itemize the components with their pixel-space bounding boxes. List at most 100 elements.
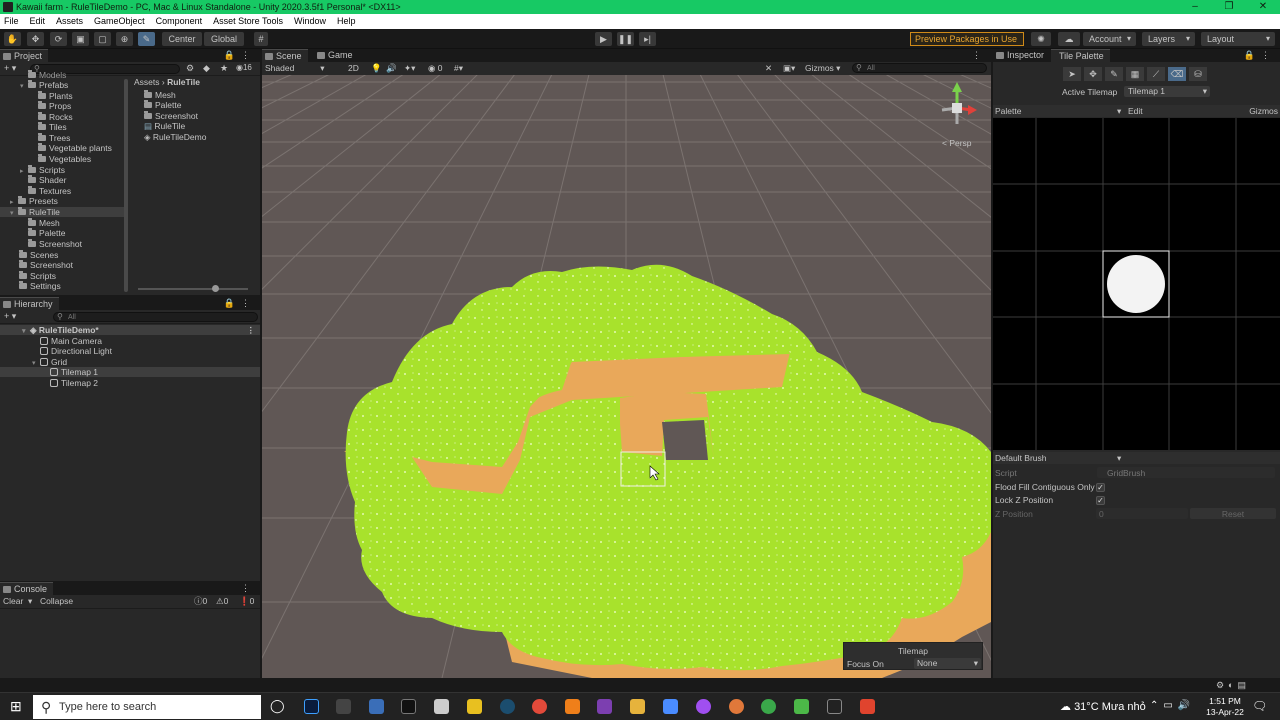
panel-menu-icon[interactable]: 🔒⋮ (224, 49, 256, 62)
menu-component[interactable]: Component (156, 14, 203, 29)
gizmos-dropdown[interactable]: Gizmos ▾ (805, 62, 840, 75)
menu-file[interactable]: File (4, 14, 19, 29)
tab-hierarchy[interactable]: Hierarchy (0, 297, 59, 310)
collab-icon[interactable]: ✺ (1031, 32, 1051, 46)
preview-packages-dropdown[interactable]: Preview Packages in Use ▾ (910, 32, 1024, 56)
sticky-notes-icon[interactable] (467, 699, 482, 714)
menu-gameobject[interactable]: GameObject (94, 14, 145, 29)
panel-menu-icon[interactable]: 🔒⋮ (1244, 49, 1276, 62)
tree-item[interactable]: Screenshot (19, 260, 73, 270)
zalo-icon[interactable] (663, 699, 678, 714)
scene-menu-icon[interactable]: ⋮ (247, 325, 256, 335)
tree-item[interactable]: Textures (28, 186, 71, 196)
icon-size-slider[interactable] (138, 285, 248, 292)
log-count[interactable]: ⓘ0 (194, 595, 207, 608)
audio-toggle-icon[interactable]: 🔊 (386, 62, 397, 75)
photoshop-icon[interactable] (304, 699, 319, 714)
pivot-center-toggle[interactable]: Center (162, 32, 202, 46)
tab-scene[interactable]: Scene (262, 49, 308, 62)
create-button[interactable]: + ▾ (4, 63, 16, 74)
warning-count[interactable]: ⚠0 (216, 595, 228, 608)
menu-help[interactable]: Help (337, 14, 356, 29)
hierarchy-search-input[interactable]: All (53, 312, 258, 322)
tab-game[interactable]: Game (314, 49, 359, 62)
clear-dropdown-icon[interactable]: ▾ (28, 595, 32, 608)
hierarchy-item[interactable]: Directional Light (40, 346, 112, 356)
tray-icons[interactable]: ⌃▭🔊 (1150, 700, 1195, 711)
scene-search-input[interactable]: All (852, 63, 987, 73)
tree-item[interactable]: Palette (28, 228, 65, 238)
tree-item[interactable]: Vegetables (38, 154, 91, 164)
label-icon[interactable]: ◆ (203, 63, 210, 74)
maximize-button[interactable]: ❐ (1212, 0, 1246, 14)
breadcrumb-assets[interactable]: Assets (134, 77, 160, 87)
lighting-toggle-icon[interactable]: 💡 (371, 62, 382, 75)
picker-icon[interactable]: ⟋ (1147, 67, 1165, 81)
tree-item[interactable]: ▾ Prefabs (20, 80, 68, 90)
edit-button[interactable]: Edit (1128, 105, 1143, 117)
tab-project[interactable]: Project (0, 49, 49, 62)
tree-item[interactable]: Tiles (38, 122, 67, 132)
menu-asset-store-tools[interactable]: Asset Store Tools (213, 14, 283, 29)
hierarchy-item[interactable]: ▾ Grid (32, 357, 67, 367)
hand-tool-icon[interactable]: ✋ (4, 32, 21, 46)
menu-assets[interactable]: Assets (56, 14, 83, 29)
tree-item[interactable]: Scenes (19, 250, 58, 260)
panel-menu-icon[interactable]: ⋮ (972, 49, 987, 62)
task-view-icon[interactable]: ◯ (270, 698, 285, 714)
tree-item-selected[interactable]: ▾ RuleTile (0, 207, 124, 217)
notifications-icon[interactable]: 🗨 (1252, 699, 1267, 713)
camera-dropdown-icon[interactable]: ▣▾ (783, 62, 795, 75)
rotate-tool-icon[interactable]: ⟳ (50, 32, 67, 46)
2d-toggle[interactable]: 2D (348, 62, 359, 75)
clear-button[interactable]: Clear (3, 595, 23, 608)
select-tool-icon[interactable]: ➤ (1063, 67, 1081, 81)
tree-item[interactable]: Rocks (38, 112, 73, 122)
chrome-icon[interactable] (532, 699, 547, 714)
status-icons[interactable]: ⚙◐▤ (1216, 680, 1250, 691)
terminal-icon[interactable] (401, 699, 416, 714)
weather-widget[interactable]: ☁ 31°C Mưa nhỏ (1060, 700, 1146, 713)
palette-dropdown[interactable]: Palette (995, 105, 1021, 117)
blender-icon[interactable] (729, 699, 744, 714)
move-tool-icon[interactable]: ✥ (27, 32, 44, 46)
scene-root-item[interactable]: ▾ ◈ RuleTileDemo* ⋮ (0, 325, 260, 335)
tree-item[interactable]: Mesh (28, 218, 60, 228)
grid-snap-icon[interactable]: # (254, 32, 268, 46)
tree-item[interactable]: ▸ Presets (10, 196, 58, 206)
rect-tool-icon[interactable]: ▢ (94, 32, 111, 46)
camtasia-icon[interactable] (794, 699, 809, 714)
persp-label[interactable]: < Persp (942, 138, 972, 148)
breadcrumb-ruletile[interactable]: RuleTile (167, 77, 200, 87)
brush-dropdown[interactable]: Default Brush ▾ (993, 452, 1280, 464)
tree-item[interactable]: Scripts (19, 271, 56, 281)
tree-item[interactable]: Shader (28, 175, 66, 185)
effects-dropdown-icon[interactable]: ✦▾ (404, 62, 415, 75)
rule-tile-circle[interactable] (1107, 255, 1165, 313)
unity-icon[interactable] (827, 699, 842, 714)
cloud-icon[interactable]: ☁ (1058, 32, 1080, 46)
move-tool-icon[interactable]: ✥ (1084, 67, 1102, 81)
taskbar-search-input[interactable]: Type here to search (33, 695, 261, 719)
vlc-icon[interactable] (565, 699, 580, 714)
focus-on-dropdown[interactable]: None ▾ (914, 658, 981, 669)
layout-dropdown[interactable]: Layout (1201, 32, 1275, 46)
close-button[interactable]: ✕ (1246, 0, 1280, 14)
scene-render[interactable]: < Persp (262, 62, 991, 678)
palette-grid[interactable] (993, 118, 1280, 450)
transform-tool-icon[interactable]: ⊕ (116, 32, 133, 46)
tree-item[interactable]: ▸ Scripts (20, 165, 65, 175)
panel-menu-icon[interactable]: 🔒⋮ (224, 297, 256, 310)
hierarchy-item-selected[interactable]: Tilemap 1 (0, 367, 260, 377)
tree-item[interactable]: Models (28, 70, 66, 80)
tab-tile-palette[interactable]: Tile Palette (1051, 49, 1110, 62)
file-item[interactable]: ◈ RuleTileDemo (144, 132, 206, 142)
scene-viewport[interactable]: < Persp Tilemap Focus On None ▾ (262, 62, 991, 678)
hierarchy-item[interactable]: Tilemap 2 (50, 378, 98, 388)
recorder-icon[interactable] (860, 699, 875, 714)
tree-item[interactable]: Settings (19, 281, 61, 291)
file-item[interactable]: Mesh (144, 90, 176, 100)
unity-hub-icon[interactable] (336, 699, 351, 714)
file-explorer-icon[interactable] (630, 699, 645, 714)
box-fill-icon[interactable]: ▦ (1126, 67, 1144, 81)
